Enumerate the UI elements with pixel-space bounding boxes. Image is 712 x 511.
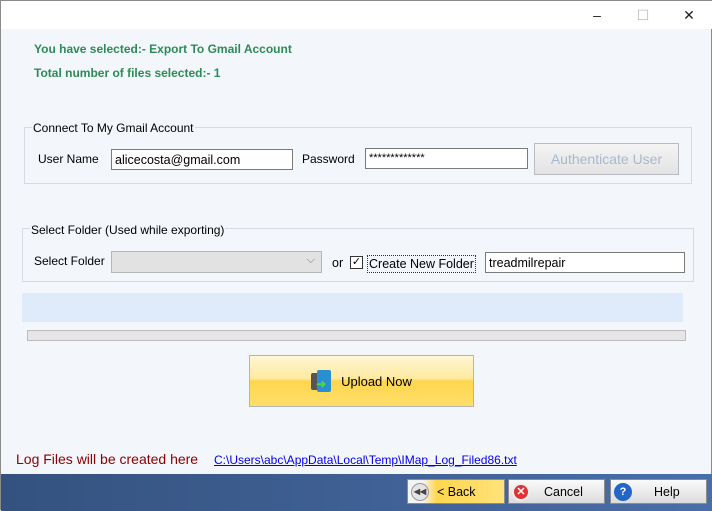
minimize-button[interactable]: –	[574, 1, 620, 29]
or-label: or	[332, 256, 344, 270]
new-folder-input[interactable]: treadmilrepair	[485, 252, 685, 273]
footer-bar	[1, 474, 712, 511]
files-count-text: Total number of files selected:- 1	[34, 66, 221, 80]
gmail-group-legend: Connect To My Gmail Account	[32, 121, 195, 135]
back-button[interactable]: ◀◀ < Back	[407, 479, 505, 504]
cancel-button[interactable]: ✕ Cancel	[508, 479, 605, 504]
password-label: Password	[302, 152, 355, 166]
log-file-link[interactable]: C:\Users\abc\AppData\Local\Temp\IMap_Log…	[214, 453, 517, 467]
close-button[interactable]: ✕	[666, 1, 712, 29]
back-icon: ◀◀	[411, 482, 429, 501]
authenticate-user-button[interactable]: Authenticate User	[534, 143, 679, 175]
create-folder-checkbox[interactable]: ✓	[350, 256, 363, 269]
folder-group-legend: Select Folder (Used while exporting)	[30, 223, 226, 237]
upload-label: Upload Now	[341, 373, 412, 389]
cancel-icon: ✕	[512, 482, 530, 501]
password-input[interactable]: *************	[365, 148, 528, 169]
log-files-label: Log Files will be created here	[16, 451, 199, 467]
select-folder-label: Select Folder	[34, 254, 105, 268]
create-folder-label[interactable]: Create New Folder	[367, 255, 476, 273]
back-label: < Back	[437, 484, 476, 499]
status-panel	[22, 293, 683, 322]
upload-now-button[interactable]: ➜ Upload Now	[249, 355, 474, 407]
help-button[interactable]: ? Help	[610, 479, 707, 504]
select-folder-dropdown[interactable]: ⌵	[111, 251, 322, 273]
progress-bar	[27, 330, 686, 341]
help-label: Help	[654, 484, 680, 499]
username-label: User Name	[38, 152, 99, 166]
help-icon: ?	[614, 482, 632, 501]
username-input[interactable]: alicecosta@gmail.com	[111, 149, 293, 170]
maximize-button[interactable]: ☐	[620, 1, 666, 29]
cancel-label: Cancel	[544, 484, 583, 499]
selected-mode-text: You have selected:- Export To Gmail Acco…	[34, 42, 292, 56]
upload-icon: ➜	[311, 370, 335, 392]
chevron-down-icon: ⌵	[306, 254, 315, 266]
